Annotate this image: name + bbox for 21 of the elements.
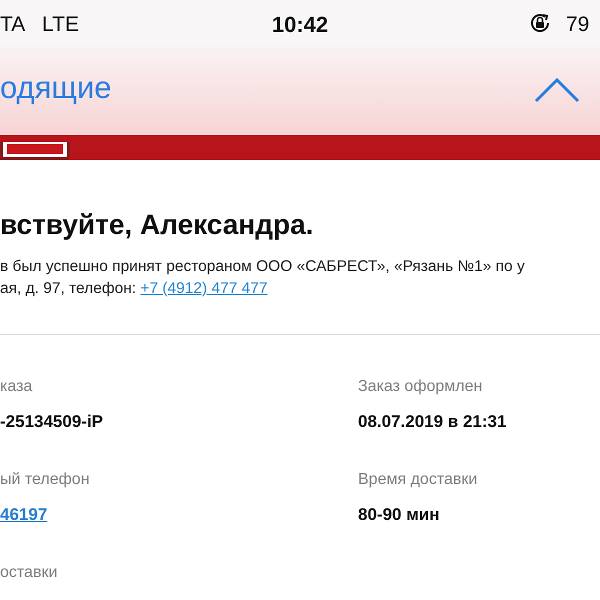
body-text: в был успешно принят рестораном ООО «САБРЕСТ», «Рязань №1» по у bbox=[0, 256, 526, 277]
battery-percent: 79 bbox=[566, 12, 590, 38]
field-label: каза bbox=[0, 376, 34, 397]
field-value: -25134509-iP bbox=[0, 410, 104, 433]
carrier-name: TA bbox=[0, 12, 26, 38]
field-label: оставки bbox=[0, 562, 58, 583]
field-value: 80-90 мин bbox=[358, 504, 440, 526]
back-button[interactable]: одящие bbox=[0, 64, 112, 116]
logo-icon bbox=[0, 142, 70, 160]
body-text: ая, д. 97, телефон: +7 (4912) 477 477 bbox=[0, 278, 269, 299]
network-type: LTE bbox=[42, 12, 79, 38]
previous-button[interactable] bbox=[534, 77, 580, 103]
email-greeting: вствуйте, Александра. bbox=[0, 208, 314, 242]
phone-link[interactable]: 46197 bbox=[0, 504, 48, 524]
field-label: Заказ оформлен bbox=[358, 376, 484, 397]
phone-link[interactable]: +7 (4912) 477 477 bbox=[140, 280, 268, 297]
rotation-lock-icon bbox=[528, 11, 552, 35]
field-value: 08.07.2019 в 21:31 bbox=[358, 410, 508, 433]
status-time: 10:42 bbox=[272, 11, 328, 39]
field-label: Время доставки bbox=[358, 470, 478, 490]
field-label: ый телефон bbox=[0, 470, 91, 490]
